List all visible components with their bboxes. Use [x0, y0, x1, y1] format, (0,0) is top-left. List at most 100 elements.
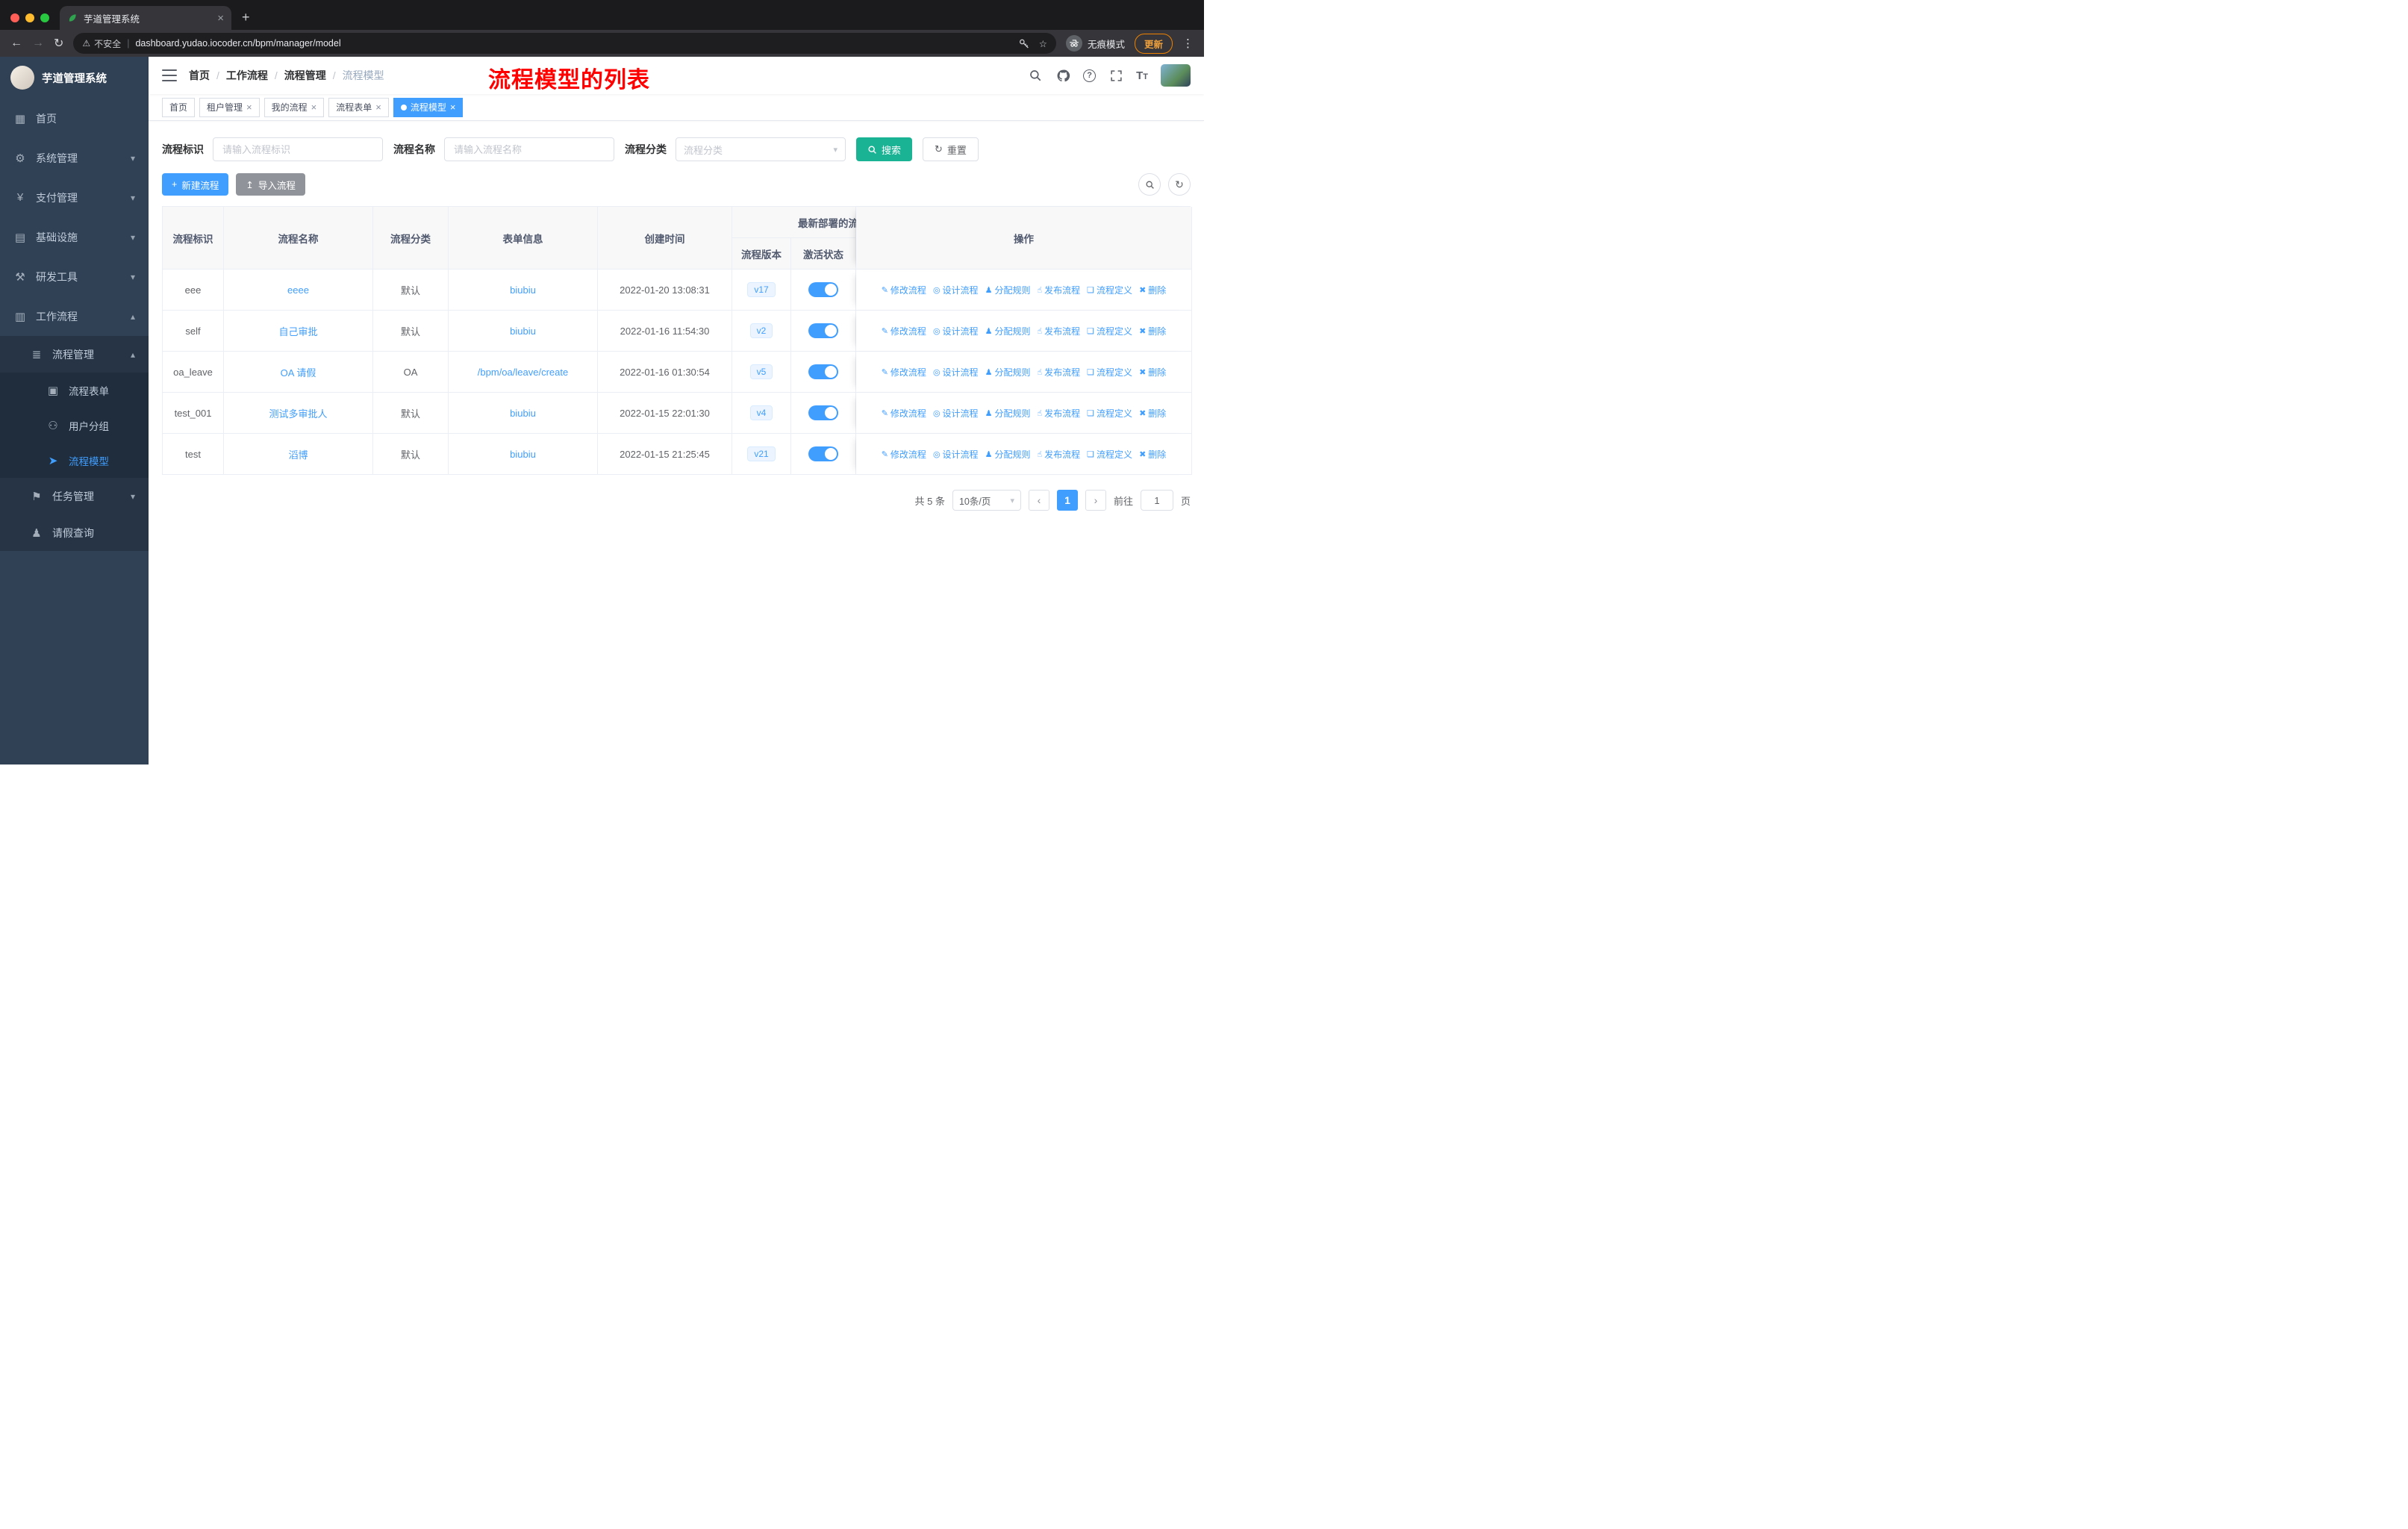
tag-home[interactable]: 首页	[162, 97, 196, 117]
breadcrumb-home[interactable]: 首页	[189, 68, 210, 83]
create-process-button[interactable]: + 新建流程	[162, 173, 229, 196]
bookmark-star-icon[interactable]: ☆	[1039, 38, 1047, 49]
font-size-icon[interactable]: TT	[1136, 69, 1148, 82]
close-window-button[interactable]	[10, 13, 19, 22]
page-number-button[interactable]: 1	[1056, 490, 1078, 511]
app-logo[interactable]: 芋道管理系统	[0, 57, 149, 99]
sidebar-item-workflow[interactable]: ▥ 工作流程 ▴	[0, 296, 149, 336]
chrome-update-button[interactable]: 更新	[1134, 33, 1173, 54]
security-warning[interactable]: ⚠ 不安全	[82, 37, 121, 50]
sidebar-item-infra[interactable]: ▤ 基础设施 ▾	[0, 217, 149, 257]
row-action-assign[interactable]: ♟ 分配规则	[985, 448, 1031, 461]
reset-button[interactable]: ↻ 重置	[923, 137, 979, 161]
row-action-edit[interactable]: ✎ 修改流程	[882, 448, 926, 461]
password-key-icon[interactable]	[1018, 37, 1030, 49]
form-link[interactable]: /bpm/oa/leave/create	[478, 367, 568, 378]
form-link[interactable]: biubiu	[510, 408, 536, 419]
page-size-select[interactable]: 10条/页 ▾	[952, 490, 1021, 511]
category-select[interactable]: 流程分类 ▾	[676, 137, 846, 161]
tag-process-form[interactable]: 流程表单 ×	[328, 97, 389, 117]
row-action-publish[interactable]: ☝ 发布流程	[1037, 407, 1080, 420]
breadcrumb-process-mgmt[interactable]: 流程管理	[284, 68, 326, 83]
active-toggle[interactable]	[808, 364, 838, 379]
search-button[interactable]: 搜索	[856, 137, 913, 161]
process-name-link[interactable]: 自己审批	[278, 326, 317, 337]
row-action-definition[interactable]: ❏ 流程定义	[1087, 448, 1132, 461]
row-action-publish[interactable]: ☝ 发布流程	[1037, 366, 1080, 379]
new-tab-button[interactable]: +	[231, 10, 261, 30]
active-toggle[interactable]	[808, 282, 838, 297]
process-name-link[interactable]: OA 请假	[281, 367, 316, 379]
active-toggle[interactable]	[808, 446, 838, 461]
search-icon[interactable]	[1028, 68, 1043, 83]
close-icon[interactable]: ×	[311, 102, 317, 113]
sidebar-item-devtools[interactable]: ⚒ 研发工具 ▾	[0, 257, 149, 296]
browser-menu-icon[interactable]: ⋮	[1182, 37, 1194, 50]
row-action-edit[interactable]: ✎ 修改流程	[882, 366, 926, 379]
sidebar-collapse-icon[interactable]	[162, 69, 177, 81]
close-icon[interactable]: ×	[246, 102, 252, 113]
goto-page-input[interactable]	[1140, 490, 1173, 511]
row-action-edit[interactable]: ✎ 修改流程	[882, 284, 926, 296]
row-action-delete[interactable]: ✖ 删除	[1139, 325, 1166, 337]
row-action-definition[interactable]: ❏ 流程定义	[1087, 366, 1132, 379]
row-action-design[interactable]: ◎ 设计流程	[933, 407, 979, 420]
forward-icon[interactable]: →	[32, 37, 44, 50]
active-toggle[interactable]	[808, 405, 838, 420]
zoom-window-button[interactable]	[40, 13, 49, 22]
sidebar-item-process-model[interactable]: ➤ 流程模型	[0, 443, 149, 478]
form-link[interactable]: biubiu	[510, 284, 536, 296]
row-action-design[interactable]: ◎ 设计流程	[933, 448, 979, 461]
tab-close-icon[interactable]: ×	[217, 12, 224, 25]
close-icon[interactable]: ×	[375, 102, 381, 113]
help-icon[interactable]: ?	[1083, 69, 1097, 82]
row-action-definition[interactable]: ❏ 流程定义	[1087, 284, 1132, 296]
browser-tab[interactable]: 芋道管理系统 ×	[60, 6, 231, 30]
sidebar-item-system[interactable]: ⚙ 系统管理 ▾	[0, 138, 149, 178]
tag-my-process[interactable]: 我的流程 ×	[263, 97, 325, 117]
form-link[interactable]: biubiu	[510, 326, 536, 337]
github-icon[interactable]	[1055, 68, 1070, 83]
user-avatar[interactable]	[1161, 64, 1191, 87]
reload-icon[interactable]: ↻	[54, 36, 63, 51]
active-toggle[interactable]	[808, 323, 838, 338]
row-action-publish[interactable]: ☝ 发布流程	[1037, 284, 1080, 296]
toggle-search-button[interactable]	[1138, 173, 1161, 196]
back-icon[interactable]: ←	[10, 37, 22, 50]
row-action-definition[interactable]: ❏ 流程定义	[1087, 325, 1132, 337]
row-action-design[interactable]: ◎ 设计流程	[933, 366, 979, 379]
sidebar-item-process-form[interactable]: ▣ 流程表单	[0, 373, 149, 408]
row-action-delete[interactable]: ✖ 删除	[1139, 448, 1166, 461]
tag-process-model[interactable]: 流程模型 ×	[393, 97, 464, 117]
sidebar-item-pay[interactable]: ¥ 支付管理 ▾	[0, 178, 149, 217]
row-action-assign[interactable]: ♟ 分配规则	[985, 407, 1031, 420]
row-action-delete[interactable]: ✖ 删除	[1139, 407, 1166, 420]
next-page-button[interactable]: ›	[1085, 490, 1106, 511]
process-name-input[interactable]	[444, 137, 614, 161]
row-action-design[interactable]: ◎ 设计流程	[933, 325, 979, 337]
tag-tenant[interactable]: 租户管理 ×	[199, 97, 260, 117]
row-action-delete[interactable]: ✖ 删除	[1139, 366, 1166, 379]
row-action-assign[interactable]: ♟ 分配规则	[985, 284, 1031, 296]
row-action-publish[interactable]: ☝ 发布流程	[1037, 448, 1080, 461]
row-action-publish[interactable]: ☝ 发布流程	[1037, 325, 1080, 337]
fullscreen-icon[interactable]	[1108, 68, 1123, 83]
sidebar-item-process-mgmt[interactable]: ≣ 流程管理 ▴	[0, 336, 149, 373]
import-process-button[interactable]: ↥ 导入流程	[236, 173, 305, 196]
close-icon[interactable]: ×	[450, 102, 456, 113]
process-key-input[interactable]	[213, 137, 383, 161]
process-name-link[interactable]: 滔博	[288, 449, 308, 461]
minimize-window-button[interactable]	[25, 13, 34, 22]
refresh-table-button[interactable]: ↻	[1168, 173, 1191, 196]
form-link[interactable]: biubiu	[510, 449, 536, 460]
row-action-design[interactable]: ◎ 设计流程	[933, 284, 979, 296]
process-name-link[interactable]: eeee	[287, 284, 309, 296]
sidebar-item-user-group[interactable]: ⚇ 用户分组	[0, 408, 149, 443]
sidebar-item-home[interactable]: ▦ 首页	[0, 99, 149, 138]
sidebar-item-task-mgmt[interactable]: ⚑ 任务管理 ▾	[0, 478, 149, 514]
row-action-definition[interactable]: ❏ 流程定义	[1087, 407, 1132, 420]
row-action-delete[interactable]: ✖ 删除	[1139, 284, 1166, 296]
row-action-assign[interactable]: ♟ 分配规则	[985, 325, 1031, 337]
breadcrumb-workflow[interactable]: 工作流程	[226, 68, 268, 83]
row-action-edit[interactable]: ✎ 修改流程	[882, 407, 926, 420]
